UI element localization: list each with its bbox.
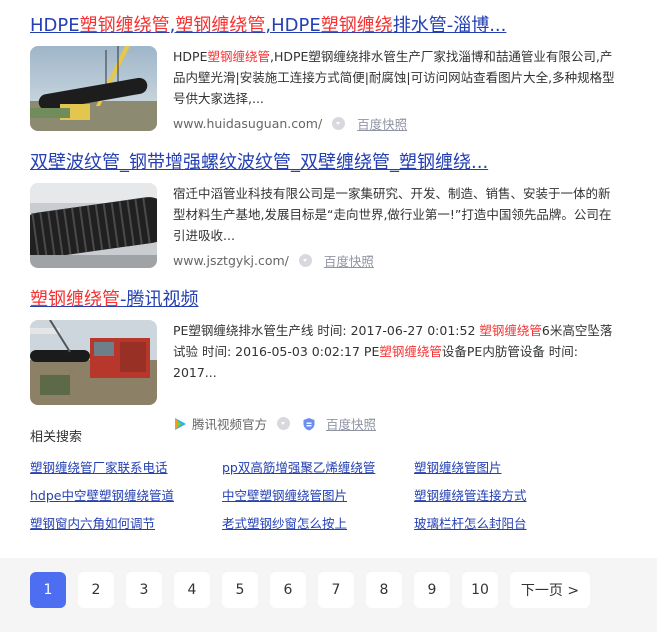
related-search-link[interactable]: pp双高筋增强聚乙烯缠绕管 xyxy=(222,458,414,477)
result-title[interactable]: 塑钢缠绕管-腾讯视频 xyxy=(30,288,640,312)
result-abstract: PE塑钢缠绕排水管生产线 时间: 2017-06-27 0:01:52 塑钢缠绕… xyxy=(173,320,620,383)
search-result-1: HDPE塑钢缠绕管,塑钢缠绕管,HDPE塑钢缠绕排水管-淄博... HDPE塑钢… xyxy=(30,14,640,136)
result-meta: www.jsztgykj.com/ 百度快照 xyxy=(173,251,374,270)
text-segment: 双壁波纹管_钢带增强螺纹波纹管_双壁缠绕管_塑钢缠绕... xyxy=(30,152,489,173)
result-abstract: 宿迁中滔管业科技有限公司是一家集研究、开发、制造、销售、安装于一体的新型材料生产… xyxy=(173,183,620,246)
page-button-6[interactable]: 6 xyxy=(270,572,306,608)
highlighted-keyword: 塑钢缠绕管 xyxy=(30,289,120,310)
highlighted-keyword: 塑钢缠绕管 xyxy=(479,323,542,338)
related-search-link[interactable]: 塑钢窗内六角如何调节 xyxy=(30,514,222,533)
related-search-link[interactable]: 塑钢缠绕管连接方式 xyxy=(414,486,606,505)
related-search-link[interactable]: 塑钢缠绕管厂家联系电话 xyxy=(30,458,222,477)
result-thumbnail[interactable] xyxy=(30,46,157,131)
page-button-9[interactable]: 9 xyxy=(414,572,450,608)
page-button-1[interactable]: 1 xyxy=(30,572,66,608)
page-button-8[interactable]: 8 xyxy=(366,572,402,608)
search-result-3: 塑钢缠绕管-腾讯视频 PE塑钢缠绕排水管生产线 时间: 2017-06-27 0… xyxy=(30,288,640,432)
text-segment: -腾讯视频 xyxy=(120,289,199,310)
result-title[interactable]: 双壁波纹管_钢带增强螺纹波纹管_双壁缠绕管_塑钢缠绕... xyxy=(30,151,640,175)
pagination: 1 2 3 4 5 6 7 8 9 10 下一页 > xyxy=(30,572,602,608)
page-button-4[interactable]: 4 xyxy=(174,572,210,608)
result-body: HDPE塑钢缠绕管,HDPE塑钢缠绕排水管生产厂家找淄博和喆通管业有限公司,产品… xyxy=(30,46,640,136)
result-thumbnail[interactable] xyxy=(30,320,157,405)
related-search-link[interactable]: hdpe中空壁塑钢缠绕管道 xyxy=(30,486,222,505)
result-meta: www.huidasuguan.com/ 百度快照 xyxy=(173,114,407,133)
page-button-3[interactable]: 3 xyxy=(126,572,162,608)
page-button-7[interactable]: 7 xyxy=(318,572,354,608)
related-searches-grid: 塑钢缠绕管厂家联系电话 pp双高筋增强聚乙烯缠绕管 塑钢缠绕管图片 hdpe中空… xyxy=(30,458,630,533)
page-button-5[interactable]: 5 xyxy=(222,572,258,608)
highlighted-keyword: 塑钢缠绕管 xyxy=(379,344,442,359)
search-result-2: 双壁波纹管_钢带增强螺纹波纹管_双壁缠绕管_塑钢缠绕... 宿迁中滔管业科技有限… xyxy=(30,151,640,273)
result-title[interactable]: HDPE塑钢缠绕管,塑钢缠绕管,HDPE塑钢缠绕排水管-淄博... xyxy=(30,14,640,38)
related-search-link[interactable]: 玻璃栏杆怎么封阳台 xyxy=(414,514,606,533)
related-search-link[interactable]: 老式塑钢纱窗怎么按上 xyxy=(222,514,414,533)
related-search-link[interactable]: 塑钢缠绕管图片 xyxy=(414,458,606,477)
text-segment: 排水管-淄博... xyxy=(392,15,507,36)
result-body: 宿迁中滔管业科技有限公司是一家集研究、开发、制造、销售、安装于一体的新型材料生产… xyxy=(30,183,640,273)
snapshot-link[interactable]: 百度快照 xyxy=(357,114,407,133)
dropdown-icon[interactable] xyxy=(298,254,312,267)
result-url[interactable]: www.huidasuguan.com/ xyxy=(173,116,322,131)
text-segment: ,HDPE xyxy=(265,15,321,36)
highlighted-keyword: 塑钢缠绕管 xyxy=(79,15,170,36)
text-segment: HDPE xyxy=(173,49,208,64)
result-abstract: HDPE塑钢缠绕管,HDPE塑钢缠绕排水管生产厂家找淄博和喆通管业有限公司,产品… xyxy=(173,46,620,109)
dropdown-icon[interactable] xyxy=(277,417,291,430)
text-segment: PE塑钢缠绕排水管生产线 时间: 2017-06-27 0:01:52 xyxy=(173,323,480,338)
highlighted-keyword: 塑钢缠绕管 xyxy=(175,15,266,36)
pagination-bar: 1 2 3 4 5 6 7 8 9 10 下一页 > xyxy=(0,558,657,632)
highlighted-keyword: 塑钢缠绕 xyxy=(320,15,393,36)
next-page-button[interactable]: 下一页 > xyxy=(510,572,590,608)
related-searches: 相关搜索 塑钢缠绕管厂家联系电话 pp双高筋增强聚乙烯缠绕管 塑钢缠绕管图片 h… xyxy=(30,430,630,533)
highlighted-keyword: 塑钢缠绕管 xyxy=(207,49,270,64)
text-segment: 宿迁中滔管业科技有限公司是一家集研究、开发、制造、销售、安装于一体的新型材料生产… xyxy=(173,186,612,243)
snapshot-link[interactable]: 百度快照 xyxy=(324,251,374,270)
result-body: PE塑钢缠绕排水管生产线 时间: 2017-06-27 0:01:52 塑钢缠绕… xyxy=(30,320,640,432)
text-segment: HDPE xyxy=(30,15,80,36)
related-searches-heading: 相关搜索 xyxy=(30,430,83,445)
dropdown-icon[interactable] xyxy=(332,117,346,130)
tencent-video-icon xyxy=(173,417,187,431)
page-button-10[interactable]: 10 xyxy=(462,572,498,608)
result-thumbnail[interactable] xyxy=(30,183,157,268)
page-button-2[interactable]: 2 xyxy=(78,572,114,608)
related-search-link[interactable]: 中空壁塑钢缠绕管图片 xyxy=(222,486,414,505)
verified-shield-icon[interactable] xyxy=(302,417,316,431)
result-url[interactable]: www.jsztgykj.com/ xyxy=(173,253,289,268)
